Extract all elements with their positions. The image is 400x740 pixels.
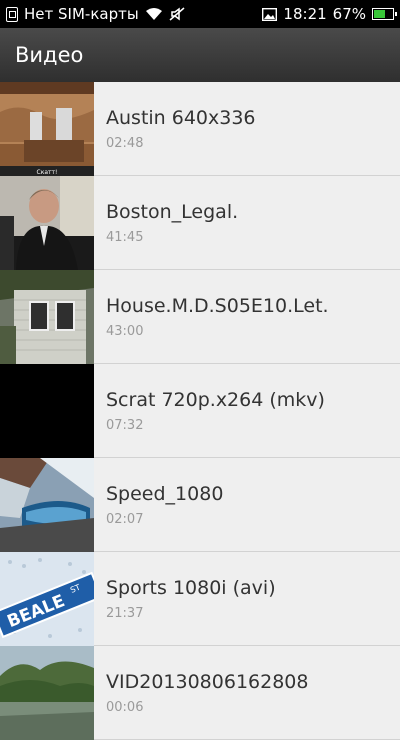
- page-title: Видео: [15, 43, 84, 67]
- video-title: Scrat 720p.x264 (mkv): [106, 389, 325, 411]
- mute-icon: [169, 6, 185, 22]
- video-duration: 02:48: [106, 136, 144, 151]
- video-row[interactable]: Скатт! Austin 640x336 02:48: [0, 81, 400, 176]
- video-row[interactable]: Speed_1080 02:07: [0, 457, 400, 552]
- video-row[interactable]: House.M.D.S05E10.Let. 43:00: [0, 269, 400, 364]
- video-duration: 21:37: [106, 606, 144, 621]
- video-title: Austin 640x336: [106, 107, 256, 129]
- video-thumbnail: [0, 457, 94, 552]
- app-header: Видео: [0, 28, 400, 82]
- video-row[interactable]: VID20130806162808 00:06: [0, 645, 400, 740]
- video-row[interactable]: Scrat 720p.x264 (mkv) 07:32: [0, 363, 400, 458]
- video-duration: 43:00: [106, 324, 144, 339]
- video-list[interactable]: Скатт! Austin 640x336 02:48 Boston_Legal…: [0, 81, 400, 740]
- video-title: VID20130806162808: [106, 671, 309, 693]
- status-bar: Нет SIM-карты 18:21 67%: [0, 0, 400, 28]
- video-duration: 02:07: [106, 512, 144, 527]
- sim-icon: [6, 6, 18, 22]
- battery-percent: 67%: [332, 5, 366, 23]
- video-title: Boston_Legal.: [106, 201, 239, 223]
- video-thumbnail: [0, 645, 94, 740]
- battery-icon: [372, 8, 397, 20]
- video-duration: 00:06: [106, 700, 144, 715]
- video-thumbnail: [0, 363, 94, 458]
- video-thumbnail: BEALE ST: [0, 551, 94, 646]
- video-title: Speed_1080: [106, 483, 224, 505]
- video-duration: 07:32: [106, 418, 144, 433]
- video-title: Sports 1080i (avi): [106, 577, 276, 599]
- video-thumbnail: [0, 175, 94, 270]
- wifi-icon: [145, 7, 163, 21]
- video-row[interactable]: BEALE ST Sports 1080i (avi) 21:37: [0, 551, 400, 646]
- video-row[interactable]: Boston_Legal. 41:45: [0, 175, 400, 270]
- image-icon: [262, 7, 278, 21]
- video-title: House.M.D.S05E10.Let.: [106, 295, 329, 317]
- video-duration: 41:45: [106, 230, 144, 245]
- clock: 18:21: [283, 5, 327, 23]
- video-thumbnail: [0, 269, 94, 364]
- thumbnail-caption: Скатт!: [37, 169, 58, 176]
- carrier-text: Нет SIM-карты: [24, 5, 139, 23]
- video-thumbnail: Скатт!: [0, 81, 94, 176]
